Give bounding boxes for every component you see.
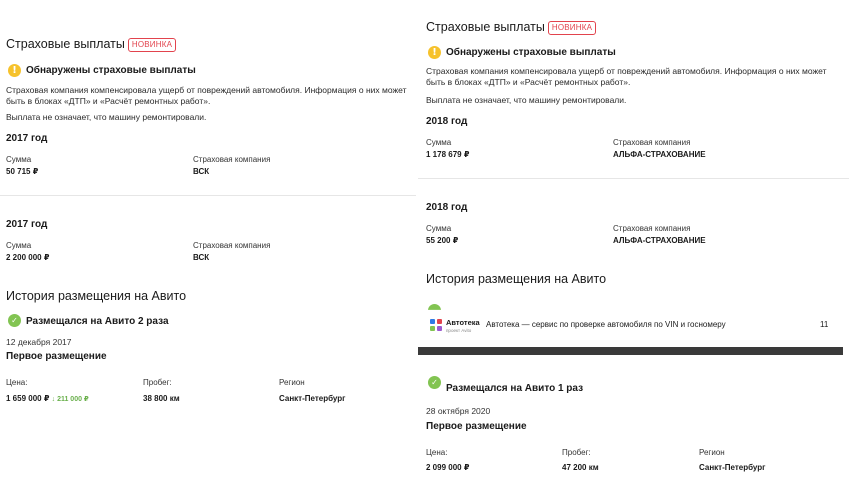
avtoteka-footer-bar: Автотека проект Avito Автотека — сервис … (418, 310, 849, 340)
mileage-value: 47 200 км (562, 463, 599, 472)
price-amount: 1 659 000 ₽ (6, 394, 50, 403)
avtoteka-logo-sub: проект Avito (446, 328, 472, 333)
avtoteka-description: Автотека — сервис по проверке автомобиля… (486, 320, 726, 329)
placed-count: Размещался на Авито 2 раза (26, 316, 169, 327)
region-label: Регион (699, 448, 725, 457)
company-value: ВСК (193, 253, 210, 262)
amount-label: Сумма (426, 224, 452, 233)
divider (418, 178, 849, 179)
mileage-label: Пробег: (143, 378, 172, 387)
avito-history-title: История размещения на Авито (426, 272, 607, 286)
region-value: Санкт-Петербург (699, 463, 766, 472)
section-title-text: Страховые выплаты (426, 20, 545, 34)
amount-label: Сумма (6, 155, 32, 164)
avtoteka-logo-name: Автотека (446, 318, 480, 327)
insurance-section-title: Страховые выплаты НОВИНКА (426, 20, 597, 35)
page-number: 11 (820, 320, 829, 329)
region-label: Регион (279, 378, 305, 387)
right-report-panel: Страховые выплаты НОВИНКА ! Обнаружены ст… (418, 10, 849, 481)
amount-label: Сумма (6, 241, 32, 250)
company-label: Страховая компания (613, 224, 691, 233)
warning-icon: ! (8, 64, 21, 77)
alert-text-line-2: быть в блоках «ДТП» и «Расчёт ремонтных … (6, 96, 211, 106)
placed-count: Размещался на Авито 1 раз (446, 383, 584, 394)
mileage-label: Пробег: (562, 448, 591, 457)
amount-value: 50 715 ₽ (6, 167, 39, 176)
divider (0, 195, 416, 196)
new-badge: НОВИНКА (547, 21, 597, 35)
first-listing-label: Первое размещение (426, 421, 527, 432)
mileage-value: 38 800 км (143, 394, 180, 403)
alert-note: Выплата не означает, что машину ремонтир… (6, 112, 207, 122)
company-value: АЛЬФА-СТРАХОВАНИЕ (613, 236, 706, 245)
price-label: Цена: (426, 448, 448, 457)
price-label: Цена: (6, 378, 28, 387)
alert-title: Обнаружены страховые выплаты (446, 47, 616, 58)
price-value: 1 659 000 ₽ ↓ 211 000 ₽ (6, 394, 89, 403)
alert-note: Выплата не означает, что машину ремонтир… (426, 95, 627, 105)
price-drop: ↓ 211 000 ₽ (51, 396, 89, 403)
payment-year: 2017 год (6, 133, 48, 144)
payment-year: 2018 год (426, 202, 468, 213)
amount-label: Сумма (426, 138, 452, 147)
company-label: Страховая компания (193, 155, 271, 164)
alert-title: Обнаружены страховые выплаты (26, 65, 196, 76)
company-label: Страховая компания (613, 138, 691, 147)
amount-value: 55 200 ₽ (426, 236, 459, 245)
company-value: АЛЬФА-СТРАХОВАНИЕ (613, 150, 706, 159)
page-break-strip (418, 347, 843, 355)
company-value: ВСК (193, 167, 210, 176)
company-label: Страховая компания (193, 241, 271, 250)
listing-date: 28 октября 2020 (426, 406, 491, 416)
section-title-text: Страховые выплаты (6, 37, 125, 51)
listing-date: 12 декабря 2017 (6, 337, 72, 347)
avtoteka-logo-icon (430, 319, 442, 331)
amount-value: 2 200 000 ₽ (6, 253, 50, 262)
first-listing-label: Первое размещение (6, 351, 107, 362)
price-value: 2 099 000 ₽ (426, 463, 470, 472)
check-icon: ✓ (8, 314, 21, 327)
avito-history-title: История размещения на Авито (6, 289, 187, 303)
payment-year: 2018 год (426, 116, 468, 127)
insurance-section-title: Страховые выплаты НОВИНКА (6, 37, 177, 52)
left-report-panel: Страховые выплаты НОВИНКА ! Обнаружены ст… (0, 30, 416, 481)
alert-text-line-2: быть в блоках «ДТП» и «Расчёт ремонтных … (426, 77, 631, 87)
amount-value: 1 178 679 ₽ (426, 150, 470, 159)
check-icon: ✓ (428, 376, 441, 389)
payment-year: 2017 год (6, 219, 48, 230)
new-badge: НОВИНКА (127, 38, 177, 52)
warning-icon: ! (428, 46, 441, 59)
region-value: Санкт-Петербург (279, 394, 346, 403)
